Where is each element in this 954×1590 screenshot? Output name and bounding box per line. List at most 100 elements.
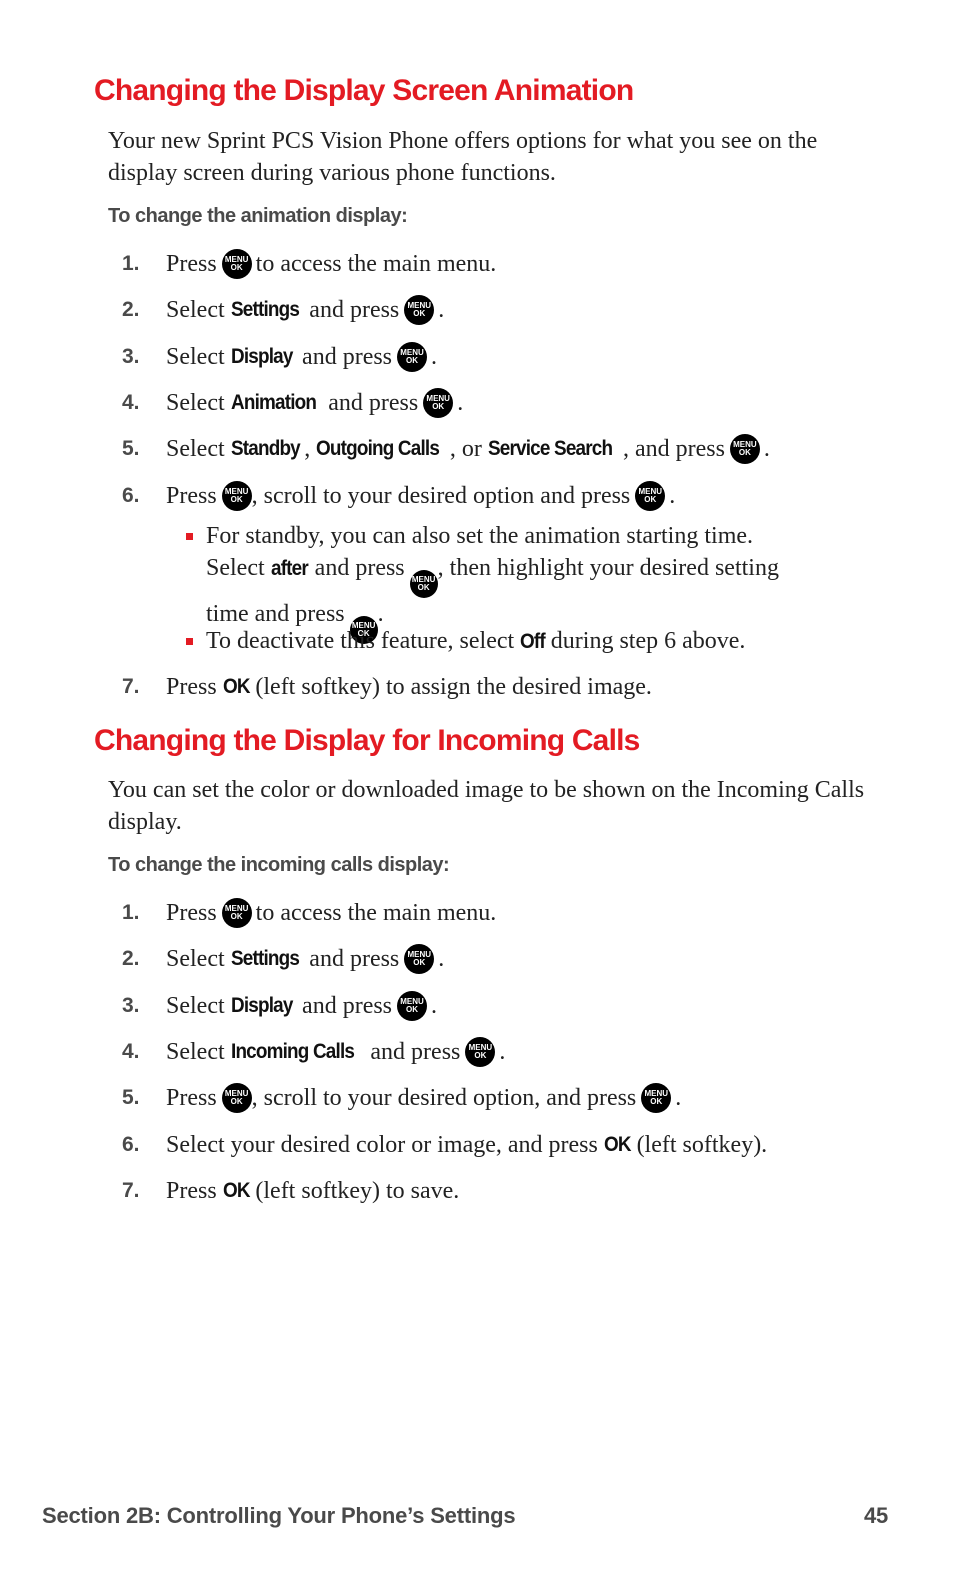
step-text: to access the main menu.	[255, 250, 497, 277]
bullet-text-line: Select after and press MENU OK, then highl…	[206, 552, 866, 598]
menu-ok-key-icon: MENU OK	[729, 434, 760, 464]
step-number: 1.	[122, 252, 140, 275]
step-text: Select	[166, 296, 225, 323]
menu-option-settings: Settings	[230, 947, 300, 970]
menu-ok-key-icon: MENU OK	[221, 898, 252, 928]
bullet-text: To deactivate this feature, select	[206, 628, 515, 654]
footer-section-title: Section 2B: Controlling Your Phone’s Set…	[42, 1503, 516, 1528]
period: .	[763, 435, 770, 462]
step-text: Select	[166, 389, 225, 416]
menu-ok-key-icon: MENU OK	[641, 1083, 672, 1113]
step-1: 1. Press MENU OK to access the main menu.	[122, 246, 496, 282]
menu-ok-key-icon: MENU OK	[423, 388, 454, 418]
manual-page: Changing the Display Screen Animation Yo…	[0, 0, 954, 1590]
step-number: 4.	[122, 391, 140, 414]
step-number: 1.	[122, 901, 140, 924]
step-text: , and press	[622, 435, 725, 462]
menu-ok-key-icon: MENU OK	[221, 249, 252, 279]
menu-ok-key-icon: MENU OK	[635, 481, 666, 511]
step-number: 2.	[122, 298, 140, 321]
step-6: 6. Select your desired color or image, a…	[122, 1127, 767, 1163]
step-number: 5.	[122, 1086, 140, 1109]
step-text: Select your desired color or image, and …	[166, 1131, 598, 1158]
menu-option-display: Display	[230, 345, 293, 368]
period: .	[675, 1084, 682, 1111]
section-heading-incoming-calls: Changing the Display for Incoming Calls	[94, 724, 640, 757]
menu-option-off: Off	[520, 630, 546, 653]
step-number: 3.	[122, 994, 140, 1017]
softkey-ok: OK	[603, 1133, 632, 1156]
bullet-text-line: To deactivate this feature, select Off d…	[206, 625, 866, 658]
menu-option-service-search: Service Search	[487, 437, 613, 460]
menu-ok-key-icon: MENU OK	[221, 1083, 252, 1113]
menu-ok-key-icon: MENU OK	[404, 295, 435, 325]
step-text: Select	[166, 343, 225, 370]
section-heading-animation: Changing the Display Screen Animation	[94, 74, 634, 107]
menu-ok-key-icon: MENU OK	[221, 481, 252, 511]
menu-option-display: Display	[230, 994, 293, 1017]
step-text: and press	[370, 1038, 461, 1065]
step-text: and press	[302, 343, 393, 370]
softkey-ok: OK	[222, 675, 251, 698]
step-4: 4. Select Animation and press MENU OK.	[122, 385, 463, 421]
separator: ,	[304, 435, 311, 462]
menu-ok-key-icon: MENU OK	[404, 944, 435, 974]
intro-paragraph: Your new Sprint PCS Vision Phone offers …	[108, 128, 818, 186]
step-text: Press	[166, 673, 217, 700]
step-number: 7.	[122, 1179, 140, 1202]
step-6: 6. Press MENU OK, scroll to your desired …	[122, 478, 675, 514]
menu-option-outgoing-calls: Outgoing Calls	[316, 437, 440, 460]
period: .	[377, 601, 384, 627]
period: .	[438, 945, 445, 972]
step-number: 2.	[122, 947, 140, 970]
bullet-deactivate: To deactivate this feature, select Off d…	[186, 625, 866, 658]
procedure-subheading: To change the animation display:	[108, 205, 408, 227]
step-5: 5. Press MENU OK, scroll to your desired …	[122, 1080, 681, 1116]
menu-option-standby: Standby	[230, 437, 301, 460]
menu-option-animation: Animation	[230, 391, 317, 414]
period: .	[431, 992, 438, 1019]
step-2: 2. Select Settings and press MENU OK.	[122, 941, 444, 977]
bullet-text: during step 6 above.	[550, 628, 746, 654]
step-text: (left softkey).	[636, 1131, 768, 1158]
menu-option-incoming-calls: Incoming Calls	[230, 1040, 355, 1063]
period: .	[431, 343, 438, 370]
step-text: and press	[328, 389, 419, 416]
menu-option-settings: Settings	[230, 298, 300, 321]
bullet-text: For standby, you can also set the animat…	[206, 523, 754, 549]
bullet-square-icon	[186, 638, 193, 645]
menu-ok-key-icon: MENU OK	[465, 1037, 496, 1067]
step-text: Select	[166, 435, 225, 462]
step-text: Press	[166, 1084, 217, 1111]
page-number: 45	[864, 1503, 889, 1528]
menu-option-after: after	[270, 557, 309, 580]
step-1: 1. Press MENU OK to access the main menu.	[122, 895, 496, 931]
step-text: and press	[309, 945, 400, 972]
step-7: 7. Press OK (left softkey) to assign the…	[122, 669, 652, 705]
menu-ok-key-icon: MENU OK	[397, 991, 428, 1021]
menu-ok-key-icon: MENU OK	[409, 570, 438, 598]
step-4: 4. Select Incoming Calls and press MENU O…	[122, 1034, 505, 1070]
menu-ok-key-icon: MENU OK	[397, 342, 428, 372]
step-text: Select	[166, 992, 225, 1019]
period: .	[669, 482, 676, 509]
step-text: Press	[166, 250, 217, 277]
step-2: 2. Select Settings and press MENU OK.	[122, 292, 444, 328]
bullet-square-icon	[186, 533, 193, 540]
step-number: 6.	[122, 484, 140, 507]
step-3: 3. Select Display and press MENU OK.	[122, 988, 437, 1024]
step-text: , scroll to your desired option and pres…	[251, 482, 631, 509]
step-text: Press	[166, 899, 217, 926]
step-5: 5. Select Standby, Outgoing Calls , or Se…	[122, 431, 770, 467]
step-text: (left softkey) to assign the desired ima…	[255, 673, 652, 700]
period: .	[438, 296, 445, 323]
step-text: Select	[166, 945, 225, 972]
step-text: , scroll to your desired option, and pre…	[251, 1084, 637, 1111]
step-text: and press	[302, 992, 393, 1019]
bullet-text: time and press	[206, 601, 345, 627]
separator: , or	[449, 435, 482, 462]
step-number: 5.	[122, 437, 140, 460]
step-text: Select	[166, 1038, 225, 1065]
period: .	[457, 389, 464, 416]
step-7: 7. Press OK (left softkey) to save.	[122, 1173, 459, 1209]
